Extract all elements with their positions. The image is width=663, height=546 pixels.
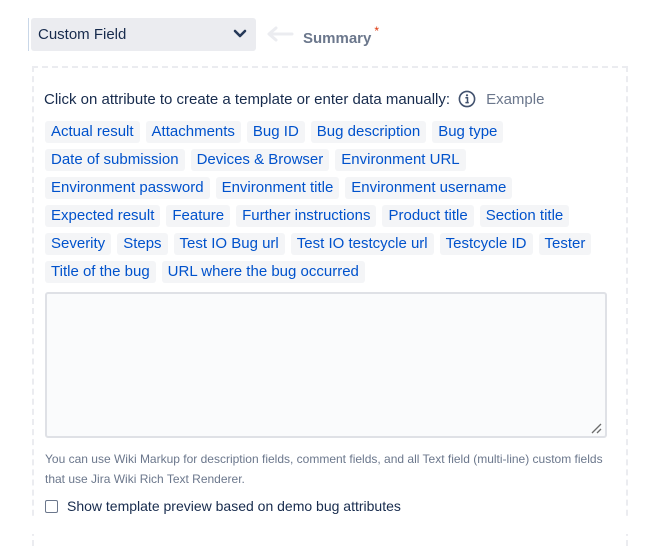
chevron-down-icon — [233, 29, 247, 38]
attribute-chip[interactable]: Environment password — [45, 177, 210, 199]
field-left-rule — [28, 18, 29, 51]
attribute-chip[interactable]: Testcycle ID — [439, 233, 533, 255]
attribute-chip[interactable]: Bug description — [310, 121, 427, 143]
attribute-chip-list: Actual result Attachments Bug ID Bug descri… — [45, 121, 615, 283]
source-field-select[interactable]: Custom Field — [31, 18, 256, 51]
attribute-chip[interactable]: Environment title — [215, 177, 340, 199]
attribute-chip[interactable]: Environment username — [345, 177, 513, 199]
attribute-chip[interactable]: Environment URL — [335, 149, 466, 171]
attribute-chip[interactable]: Section title — [479, 205, 570, 227]
attribute-chip[interactable]: URL where the bug occurred — [161, 261, 365, 283]
attribute-chip[interactable]: Steps — [117, 233, 168, 255]
resize-handle-icon[interactable] — [590, 422, 602, 434]
attribute-chip[interactable]: Bug ID — [246, 121, 305, 143]
attribute-chip[interactable]: Bug type — [432, 121, 504, 143]
attribute-chip[interactable]: Test IO testcycle url — [290, 233, 434, 255]
template-intro: Click on attribute to create a template … — [44, 90, 544, 108]
arrow-left-icon — [267, 26, 294, 42]
attribute-chip[interactable]: Date of submission — [45, 149, 185, 171]
preview-checkbox-label[interactable]: Show template preview based on demo bug … — [67, 498, 401, 514]
attribute-chip[interactable]: Expected result — [45, 205, 161, 227]
attribute-chip[interactable]: Title of the bug — [45, 261, 156, 283]
attribute-chip[interactable]: Actual result — [45, 121, 140, 143]
template-textarea[interactable] — [45, 292, 607, 438]
example-link[interactable]: Example — [486, 91, 544, 108]
required-marker: * — [374, 24, 380, 38]
wiki-markup-help-text: You can use Wiki Markup for description … — [45, 452, 603, 486]
attribute-chip[interactable]: Attachments — [145, 121, 241, 143]
attribute-chip[interactable]: Product title — [382, 205, 474, 227]
target-field-label: Summary * — [303, 24, 380, 47]
attribute-chip[interactable]: Severity — [45, 233, 112, 255]
info-icon[interactable] — [458, 90, 476, 108]
attribute-chip[interactable]: Feature — [166, 205, 231, 227]
attribute-chip[interactable]: Test IO Bug url — [173, 233, 285, 255]
preview-checkbox[interactable] — [45, 499, 58, 513]
bottom-clip — [0, 516, 663, 534]
preview-checkbox-row[interactable]: Show template preview based on demo bug … — [45, 498, 401, 514]
source-field-select-value: Custom Field — [38, 26, 127, 43]
attribute-chip[interactable]: Tester — [538, 233, 592, 255]
attribute-chip[interactable]: Devices & Browser — [190, 149, 330, 171]
attribute-chip[interactable]: Further instructions — [236, 205, 377, 227]
target-field-name: Summary — [303, 30, 372, 47]
intro-text: Click on attribute to create a template … — [44, 90, 451, 108]
